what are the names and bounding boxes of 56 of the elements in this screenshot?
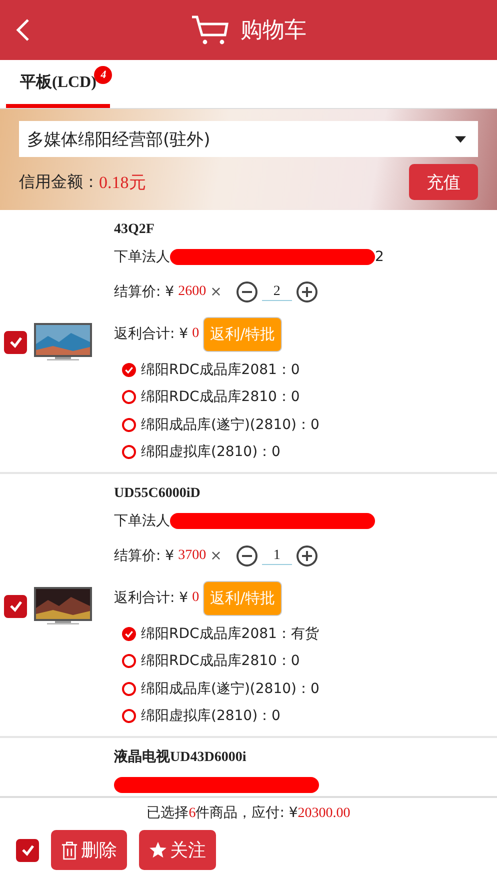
times-sign: ×	[210, 284, 222, 300]
order-text: 2	[375, 249, 384, 265]
minus-icon[interactable]	[236, 545, 258, 567]
rebate-label: 返利合计: ¥	[114, 589, 188, 607]
star-icon	[149, 841, 167, 859]
select-all-checkbox[interactable]	[16, 838, 39, 862]
warehouse-stock: 绵阳RDC成品库2081：0	[141, 360, 300, 379]
trash-icon	[61, 840, 78, 860]
rebate-label: 返利合计: ¥	[114, 325, 188, 343]
warehouse-radio[interactable]	[122, 362, 136, 377]
warehouse-radio[interactable]	[122, 418, 136, 432]
quantity-field[interactable]: 2	[262, 284, 292, 300]
warehouse-radio[interactable]	[122, 390, 136, 404]
order-summary: 已选择6件商品，应付: ¥20300.00	[146, 804, 352, 822]
dropdown-icon	[455, 136, 466, 142]
price-value: 3700	[178, 548, 206, 564]
warehouse-stock: 绵阳RDC成品库2081：有货	[141, 624, 319, 643]
plus-icon[interactable]	[296, 281, 318, 303]
order-label: 下单法人	[114, 248, 170, 266]
product-name: 液晶电视UD43D6000i	[114, 748, 248, 767]
warehouse-stock: 绵阳RDC成品库2810：0	[141, 652, 300, 670]
recharge-button[interactable]: 充值	[409, 164, 478, 200]
cart-icon	[190, 15, 228, 45]
order-label: 下单法人	[114, 512, 170, 530]
warehouse-radio[interactable]	[122, 626, 136, 641]
plus-icon[interactable]	[296, 545, 318, 567]
price-label: 结算价: ¥	[114, 547, 174, 565]
check-icon	[124, 364, 134, 375]
delete-button[interactable]: 删除	[51, 830, 127, 870]
minus-icon[interactable]	[236, 281, 258, 303]
warehouse-stock: 绵阳成品库(遂宁)(2810)：0	[141, 680, 320, 698]
item-checkbox[interactable]	[4, 330, 27, 354]
warehouse-radio[interactable]	[122, 445, 136, 460]
warehouse-stock: 绵阳虚拟库(2810)：0	[141, 443, 280, 462]
rebate-value: 0	[192, 590, 200, 606]
check-icon	[124, 628, 134, 639]
item-checkbox[interactable]	[4, 594, 27, 618]
price-value: 2600	[178, 284, 206, 300]
warehouse-radio[interactable]	[122, 709, 136, 724]
warehouse-stock: 绵阳虚拟库(2810)：0	[141, 707, 280, 726]
credit-value: 0.18元	[99, 172, 146, 194]
back-icon[interactable]	[16, 18, 30, 42]
follow-button[interactable]: 关注	[139, 830, 216, 870]
price-label: 结算价: ¥	[114, 283, 174, 301]
quantity-field[interactable]: 1	[262, 548, 292, 564]
warehouse-radio[interactable]	[122, 682, 136, 696]
rebate-value: 0	[192, 326, 200, 342]
page-title: 购物车	[240, 17, 306, 45]
product-name: 43Q2F	[114, 221, 156, 239]
warehouse-stock: 绵阳RDC成品库2810：0	[141, 388, 300, 406]
warehouse-stock: 绵阳成品库(遂宁)(2810)：0	[141, 416, 320, 434]
product-name: UD55C6000iD	[114, 485, 202, 503]
warehouse-radio[interactable]	[122, 654, 136, 668]
times-sign: ×	[210, 548, 222, 564]
account-select[interactable]: 多媒体绵阳经营部(驻外)	[19, 121, 478, 157]
credit-label: 信用金额：	[19, 172, 99, 192]
